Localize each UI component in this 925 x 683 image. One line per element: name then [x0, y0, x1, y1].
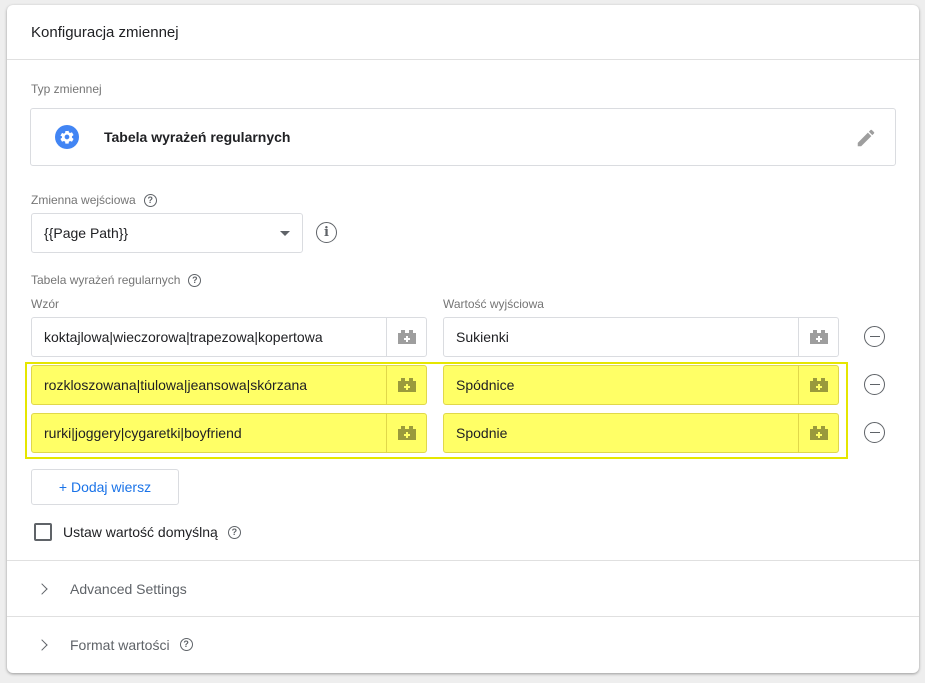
variable-type-label-text: Typ zmiennej — [31, 82, 102, 96]
output-input[interactable]: Spodnie — [443, 413, 839, 453]
chevron-right-icon — [36, 638, 48, 651]
remove-row-icon[interactable] — [864, 374, 885, 395]
pattern-input[interactable]: koktajlowa|wieczorowa|trapezowa|kopertow… — [31, 317, 427, 357]
input-variable-label: Zmienna wejściowa ? — [31, 193, 157, 207]
regex-table-label-text: Tabela wyrażeń regularnych — [31, 273, 181, 287]
format-value-expander[interactable]: Format wartości ? — [7, 616, 919, 672]
variable-picker-icon[interactable] — [386, 366, 426, 404]
advanced-settings-label: Advanced Settings — [70, 580, 187, 597]
pencil-icon[interactable] — [855, 127, 877, 149]
output-input[interactable]: Sukienki — [443, 317, 839, 357]
variable-picker-icon[interactable] — [798, 414, 838, 452]
variable-type-label: Typ zmiennej — [31, 82, 102, 96]
pattern-input[interactable]: rozkloszowana|tiulowa|jeansowa|skórzana — [31, 365, 427, 405]
input-variable-value: {{Page Path}} — [44, 225, 129, 241]
pattern-column-header: Wzór — [31, 297, 59, 311]
gear-icon — [55, 125, 79, 149]
pattern-input-value: koktajlowa|wieczorowa|trapezowa|kopertow… — [44, 329, 323, 345]
output-input-value: Spódnice — [456, 377, 515, 393]
card-title: Konfiguracja zmiennej — [7, 5, 919, 60]
pattern-input[interactable]: rurki|joggery|cygaretki|boyfriend — [31, 413, 427, 453]
input-variable-select[interactable]: {{Page Path}} — [31, 213, 303, 253]
add-row-button[interactable]: + Dodaj wiersz — [31, 469, 179, 505]
pattern-input-value: rurki|joggery|cygaretki|boyfriend — [44, 425, 242, 441]
variable-picker-icon[interactable] — [798, 366, 838, 404]
remove-row-icon[interactable] — [864, 326, 885, 347]
default-value-label: Ustaw wartość domyślną — [63, 524, 218, 540]
help-icon[interactable]: ? — [227, 525, 241, 539]
help-icon[interactable]: ? — [179, 638, 193, 651]
chevron-right-icon — [36, 582, 48, 595]
output-input-value: Spodnie — [456, 425, 508, 441]
dropdown-arrow-icon — [280, 231, 290, 236]
variable-type-name: Tabela wyrażeń regularnych — [104, 129, 291, 145]
variable-type-selector[interactable]: Tabela wyrażeń regularnych — [30, 108, 896, 166]
input-variable-label-text: Zmienna wejściowa — [31, 193, 136, 207]
remove-row-icon[interactable] — [864, 422, 885, 443]
variable-picker-icon[interactable] — [386, 414, 426, 452]
pattern-input-value: rozkloszowana|tiulowa|jeansowa|skórzana — [44, 377, 308, 393]
default-value-row: Ustaw wartość domyślną ? — [34, 523, 241, 541]
help-icon[interactable]: ? — [143, 193, 157, 207]
variable-config-card: Konfiguracja zmiennej Typ zmiennej Tabel… — [7, 5, 919, 673]
regex-table-label: Tabela wyrażeń regularnych ? — [31, 273, 202, 287]
advanced-settings-expander[interactable]: Advanced Settings — [7, 560, 919, 616]
variable-picker-icon[interactable] — [386, 318, 426, 356]
info-icon[interactable]: i — [316, 222, 337, 243]
output-input[interactable]: Spódnice — [443, 365, 839, 405]
variable-picker-icon[interactable] — [798, 318, 838, 356]
format-value-label: Format wartości — [70, 636, 170, 653]
output-input-value: Sukienki — [456, 329, 509, 345]
output-column-header: Wartość wyjściowa — [443, 297, 544, 311]
help-icon[interactable]: ? — [188, 273, 202, 287]
default-value-checkbox[interactable] — [34, 523, 52, 541]
